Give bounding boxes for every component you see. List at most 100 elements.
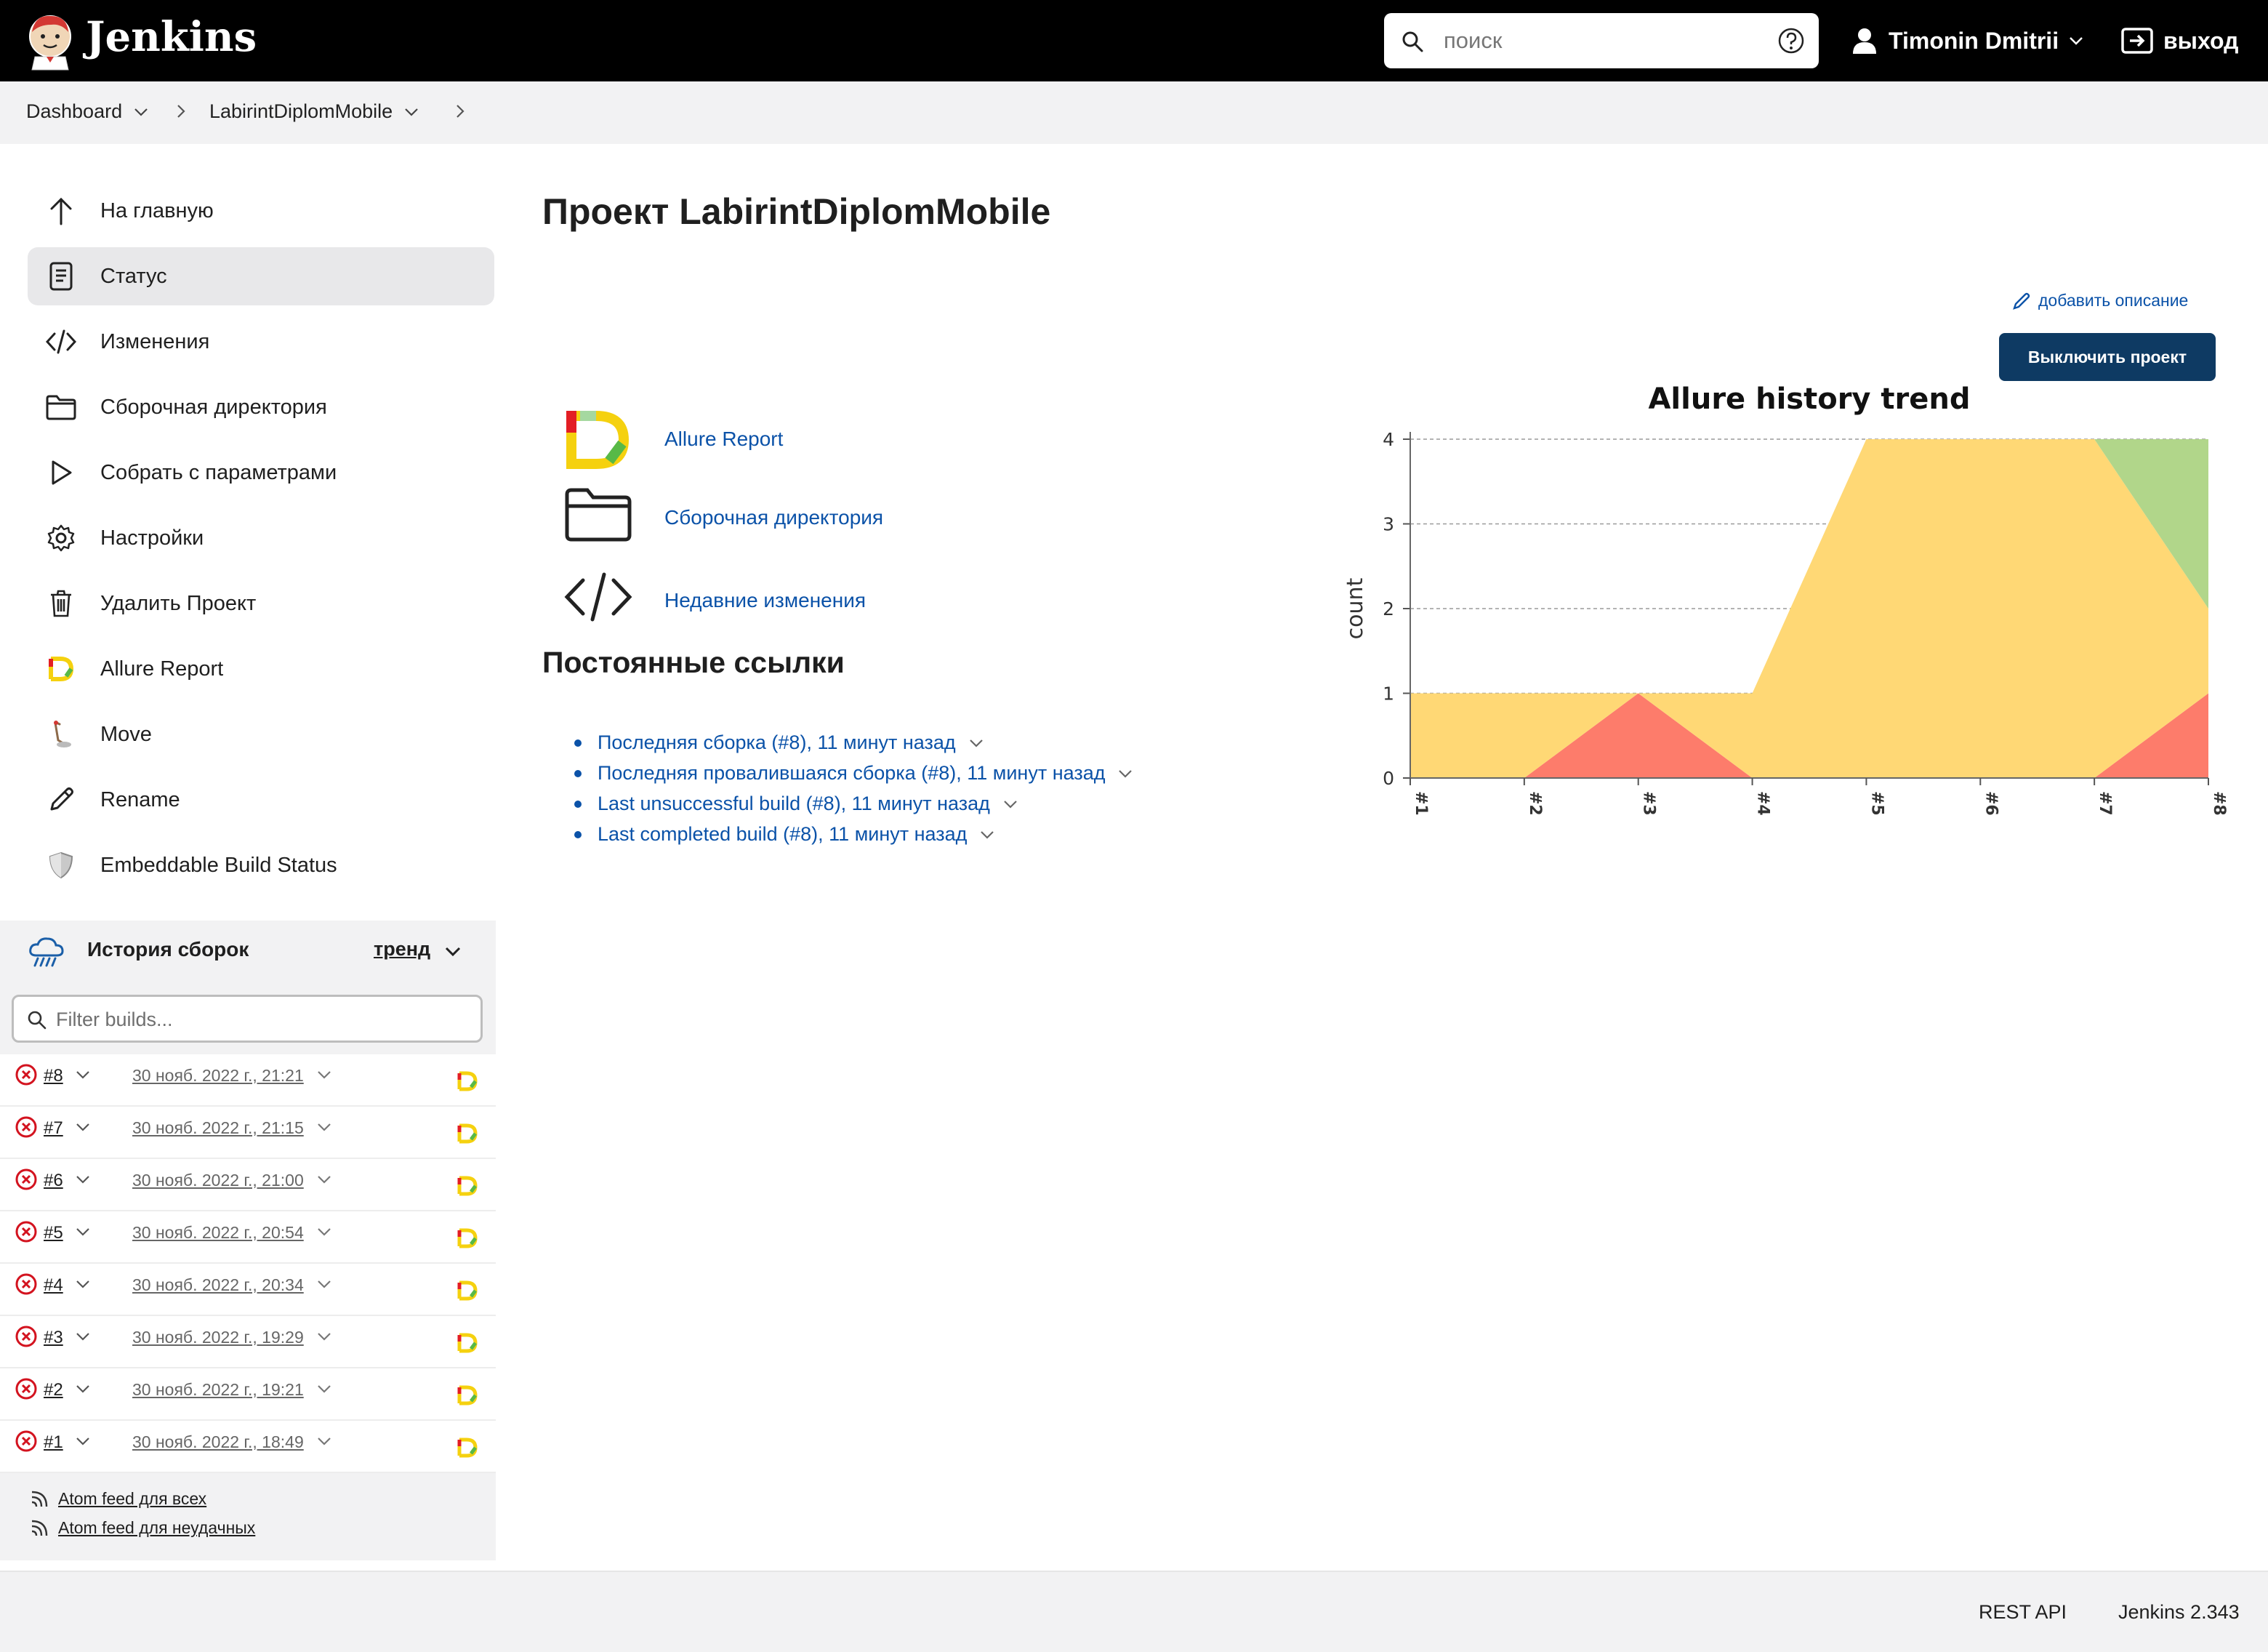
user-menu[interactable]: Timonin Dmitrii	[1852, 22, 2095, 60]
chevron-down-icon[interactable]	[317, 1437, 331, 1446]
chevron-down-icon[interactable]	[76, 1070, 90, 1079]
chevron-down-icon[interactable]	[76, 1384, 90, 1393]
permalink-link[interactable]: Last completed build (#8), 11 минут наза…	[598, 823, 967, 846]
build-date-link[interactable]: 30 нояб. 2022 г., 21:00	[132, 1171, 304, 1190]
permalink-link[interactable]: Последняя провалившаяся сборка (#8), 11 …	[598, 762, 1105, 785]
brand-title[interactable]: Jenkins	[86, 13, 257, 61]
chevron-down-icon[interactable]	[969, 739, 984, 747]
failed-status-icon[interactable]	[15, 1220, 38, 1243]
help-icon[interactable]	[1777, 26, 1806, 55]
permalink-link[interactable]: Last unsuccessful build (#8), 11 минут н…	[598, 793, 990, 815]
code-icon	[45, 326, 77, 358]
task-allure-report[interactable]: Allure Report	[28, 640, 494, 698]
task-build-with-parameters[interactable]: Собрать с параметрами	[28, 444, 494, 502]
rest-api-link[interactable]: REST API	[1979, 1601, 2067, 1624]
chevron-down-icon[interactable]	[317, 1227, 331, 1236]
allure-icon[interactable]	[457, 1384, 478, 1406]
build-date-link[interactable]: 30 нояб. 2022 г., 18:49	[132, 1432, 304, 1452]
task-status[interactable]: Статус	[28, 247, 494, 305]
build-date-link[interactable]: 30 нояб. 2022 г., 21:15	[132, 1118, 304, 1138]
build-number-link[interactable]: #5	[44, 1223, 63, 1243]
jenkins-version[interactable]: Jenkins 2.343	[2118, 1601, 2240, 1624]
allure-report-link[interactable]: Allure Report	[664, 428, 783, 451]
chevron-down-icon[interactable]	[317, 1175, 331, 1184]
filter-builds[interactable]	[12, 995, 483, 1043]
search-input[interactable]	[1444, 23, 1756, 58]
chevron-down-icon[interactable]	[980, 830, 994, 839]
allure-icon[interactable]	[457, 1123, 478, 1144]
chevron-down-icon[interactable]	[317, 1332, 331, 1341]
build-number-link[interactable]: #7	[44, 1118, 63, 1139]
folder-icon[interactable]	[564, 487, 632, 542]
chevron-down-icon[interactable]	[317, 1070, 331, 1079]
build-date-link[interactable]: 30 нояб. 2022 г., 20:34	[132, 1275, 304, 1295]
build-number-link[interactable]: #3	[44, 1328, 63, 1348]
task-move[interactable]: Move	[28, 705, 494, 763]
task-embeddable-build-status[interactable]: Embeddable Build Status	[28, 836, 494, 894]
task-home[interactable]: На главную	[28, 182, 494, 240]
chevron-down-icon[interactable]	[404, 108, 419, 116]
build-date-link[interactable]: 30 нояб. 2022 г., 19:29	[132, 1328, 304, 1347]
build-number-link[interactable]: #2	[44, 1380, 63, 1400]
permalink-item: Last unsuccessful build (#8), 11 минут н…	[574, 793, 1018, 815]
build-number-link[interactable]: #8	[44, 1066, 63, 1086]
task-workspace[interactable]: Сборочная директория	[28, 378, 494, 436]
chevron-down-icon[interactable]	[76, 1437, 90, 1446]
weather-rain-icon	[29, 937, 64, 967]
allure-icon[interactable]	[457, 1437, 478, 1459]
breadcrumb-project-label[interactable]: LabirintDiplomMobile	[209, 100, 393, 123]
chevron-down-icon[interactable]	[76, 1175, 90, 1184]
chevron-down-icon[interactable]	[445, 947, 461, 957]
chevron-down-icon[interactable]	[76, 1280, 90, 1288]
breadcrumb-project[interactable]: LabirintDiplomMobile	[209, 100, 419, 123]
allure-icon[interactable]	[564, 409, 632, 471]
workspace-link[interactable]: Сборочная директория	[664, 506, 883, 529]
chevron-down-icon[interactable]	[1003, 800, 1018, 809]
task-rename[interactable]: Rename	[28, 771, 494, 829]
task-configure[interactable]: Настройки	[28, 509, 494, 567]
allure-icon[interactable]	[457, 1332, 478, 1354]
logout-button[interactable]: выход	[2121, 22, 2238, 60]
permalink-link[interactable]: Последняя сборка (#8), 11 минут назад	[598, 731, 956, 754]
allure-icon[interactable]	[457, 1227, 478, 1249]
chevron-down-icon[interactable]	[317, 1123, 331, 1131]
chevron-down-icon[interactable]	[76, 1332, 90, 1341]
allure-icon[interactable]	[457, 1070, 478, 1092]
build-date-link[interactable]: 30 нояб. 2022 г., 21:21	[132, 1066, 304, 1086]
code-icon[interactable]	[564, 572, 632, 622]
failed-status-icon[interactable]	[15, 1115, 38, 1139]
failed-status-icon[interactable]	[15, 1272, 38, 1296]
search-box[interactable]	[1384, 13, 1819, 68]
jenkins-logo-icon[interactable]	[25, 12, 76, 71]
build-number-link[interactable]: #6	[44, 1171, 63, 1191]
recent-changes-link[interactable]: Недавние изменения	[664, 589, 866, 612]
task-changes[interactable]: Изменения	[28, 313, 494, 371]
failed-status-icon[interactable]	[15, 1168, 38, 1191]
failed-status-icon[interactable]	[15, 1377, 38, 1400]
failed-status-icon[interactable]	[15, 1325, 38, 1348]
chevron-down-icon[interactable]	[317, 1280, 331, 1288]
allure-icon[interactable]	[457, 1175, 478, 1197]
chevron-down-icon[interactable]	[134, 108, 148, 116]
build-number-link[interactable]: #4	[44, 1275, 63, 1296]
build-date-link[interactable]: 30 нояб. 2022 г., 20:54	[132, 1223, 304, 1243]
atom-feed-failed-link[interactable]: Atom feed для неудачных	[58, 1518, 255, 1538]
task-delete-project[interactable]: Удалить Проект	[28, 574, 494, 633]
x-tick-label: #4	[1754, 791, 1772, 816]
chevron-down-icon[interactable]	[76, 1227, 90, 1236]
breadcrumb-dashboard[interactable]: Dashboard	[26, 100, 148, 123]
allure-icon[interactable]	[457, 1280, 478, 1302]
atom-feed-all-link[interactable]: Atom feed для всех	[58, 1489, 206, 1509]
failed-status-icon[interactable]	[15, 1063, 38, 1086]
filter-builds-input[interactable]	[56, 1004, 463, 1035]
add-description-link[interactable]: добавить описание	[2012, 291, 2188, 310]
failed-status-icon[interactable]	[15, 1430, 38, 1453]
build-date-link[interactable]: 30 нояб. 2022 г., 19:21	[132, 1380, 304, 1400]
chevron-down-icon[interactable]	[317, 1384, 331, 1393]
chevron-down-icon[interactable]	[76, 1123, 90, 1131]
pencil-icon	[2013, 292, 2030, 310]
breadcrumb-dashboard-label[interactable]: Dashboard	[26, 100, 122, 123]
build-number-link[interactable]: #1	[44, 1432, 63, 1453]
chevron-down-icon[interactable]	[1118, 769, 1133, 778]
trend-link[interactable]: тренд	[374, 938, 430, 961]
